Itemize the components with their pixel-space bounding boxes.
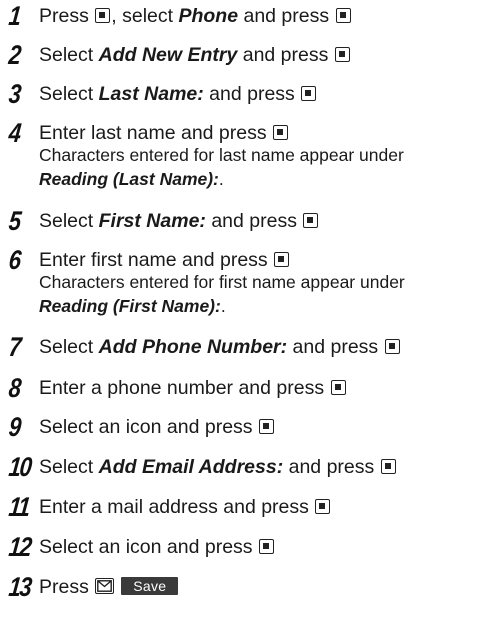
step-number: 5 [7, 206, 22, 236]
step-text-part: Enter first name and press [39, 249, 274, 271]
step-text-part: Select [39, 336, 99, 358]
center-select-key-icon [274, 252, 290, 267]
step-note-text: Characters entered for first name appear… [39, 272, 405, 292]
menu-option-add-new-entry: Add New Entry [98, 44, 238, 66]
field-add-phone-number: Add Phone Number: [98, 336, 288, 358]
step-number: 10 [7, 452, 32, 482]
step-text: Select Add Phone Number: and press [39, 333, 401, 361]
step-text-part: and press [237, 44, 334, 66]
step-text-part: and press [283, 456, 380, 478]
center-select-key-icon [384, 339, 400, 354]
field-reading-first-name: Reading (First Name): [39, 296, 221, 316]
step-number: 8 [7, 373, 22, 403]
step-number: 6 [7, 245, 22, 275]
step-text-part: Select [39, 83, 99, 105]
step-number: 7 [7, 332, 22, 362]
center-select-key-icon [330, 380, 346, 395]
step-text-part: Enter last name and press [39, 122, 273, 144]
step-text: Select Add Email Address: and press [39, 453, 397, 481]
step-number: 11 [7, 492, 31, 522]
step-text-part: Enter a phone number and press [39, 377, 330, 399]
step-text-part: Select [39, 44, 99, 66]
step-text-part: and press [287, 336, 384, 358]
field-last-name: Last Name: [98, 83, 204, 105]
center-select-key-icon [258, 539, 274, 554]
field-add-email-address: Add Email Address: [98, 456, 284, 478]
center-select-key-icon [315, 499, 331, 514]
step-text-part: Select [39, 456, 99, 478]
step-text-part: Press [39, 5, 95, 27]
step-note-text: Characters entered for last name appear … [39, 145, 404, 165]
mail-key-icon [95, 578, 115, 594]
field-reading-last-name: Reading (Last Name): [39, 169, 219, 189]
step-number: 3 [7, 79, 22, 109]
step-text: Select First Name: and press [39, 207, 319, 235]
center-select-key-icon [273, 125, 289, 140]
step-text-part: and press [203, 83, 301, 105]
center-select-key-icon [303, 213, 319, 228]
step-text: Select an icon and press [39, 413, 275, 441]
step-number: 12 [7, 532, 32, 562]
step-text: Enter a mail address and press [39, 493, 331, 521]
step-note: Reading (First Name):. [39, 294, 226, 319]
step-note-text: . [220, 296, 226, 316]
step-number: 9 [7, 412, 22, 442]
step-text-part: Enter a mail address and press [39, 496, 315, 518]
step-note: Characters entered for first name appear… [39, 270, 405, 295]
step-text-part: and press [238, 5, 335, 27]
step-text-part: Press [39, 576, 95, 598]
center-select-key-icon [95, 8, 111, 23]
step-text: Press , select Phone and press [39, 2, 352, 30]
center-select-key-icon [258, 419, 274, 434]
step-text-part: , select [111, 5, 179, 27]
step-text: Select an icon and press [39, 533, 275, 561]
center-select-key-icon [301, 86, 317, 101]
step-note-text: . [218, 169, 224, 189]
step-text: Select Last Name: and press [39, 80, 317, 108]
step-note: Characters entered for last name appear … [39, 143, 404, 168]
step-text-part: Select an icon and press [39, 536, 258, 558]
step-text-part: Select an icon and press [39, 416, 258, 438]
step-note: Reading (Last Name):. [39, 167, 224, 192]
menu-option-phone: Phone [178, 5, 239, 27]
step-text-part: Select [39, 210, 99, 232]
step-number: 1 [7, 1, 22, 31]
step-text: Press Save [39, 573, 179, 601]
step-text: Select Add New Entry and press [39, 41, 351, 69]
center-select-key-icon [380, 459, 396, 474]
step-number: 2 [7, 40, 22, 70]
field-first-name: First Name: [98, 210, 206, 232]
step-text-part: and press [205, 210, 303, 232]
save-softkey-label: Save [121, 577, 179, 595]
step-number: 13 [7, 572, 32, 602]
center-select-key-icon [335, 8, 351, 23]
step-text: Enter a phone number and press [39, 374, 347, 402]
step-number: 4 [7, 118, 22, 148]
center-select-key-icon [334, 47, 350, 62]
